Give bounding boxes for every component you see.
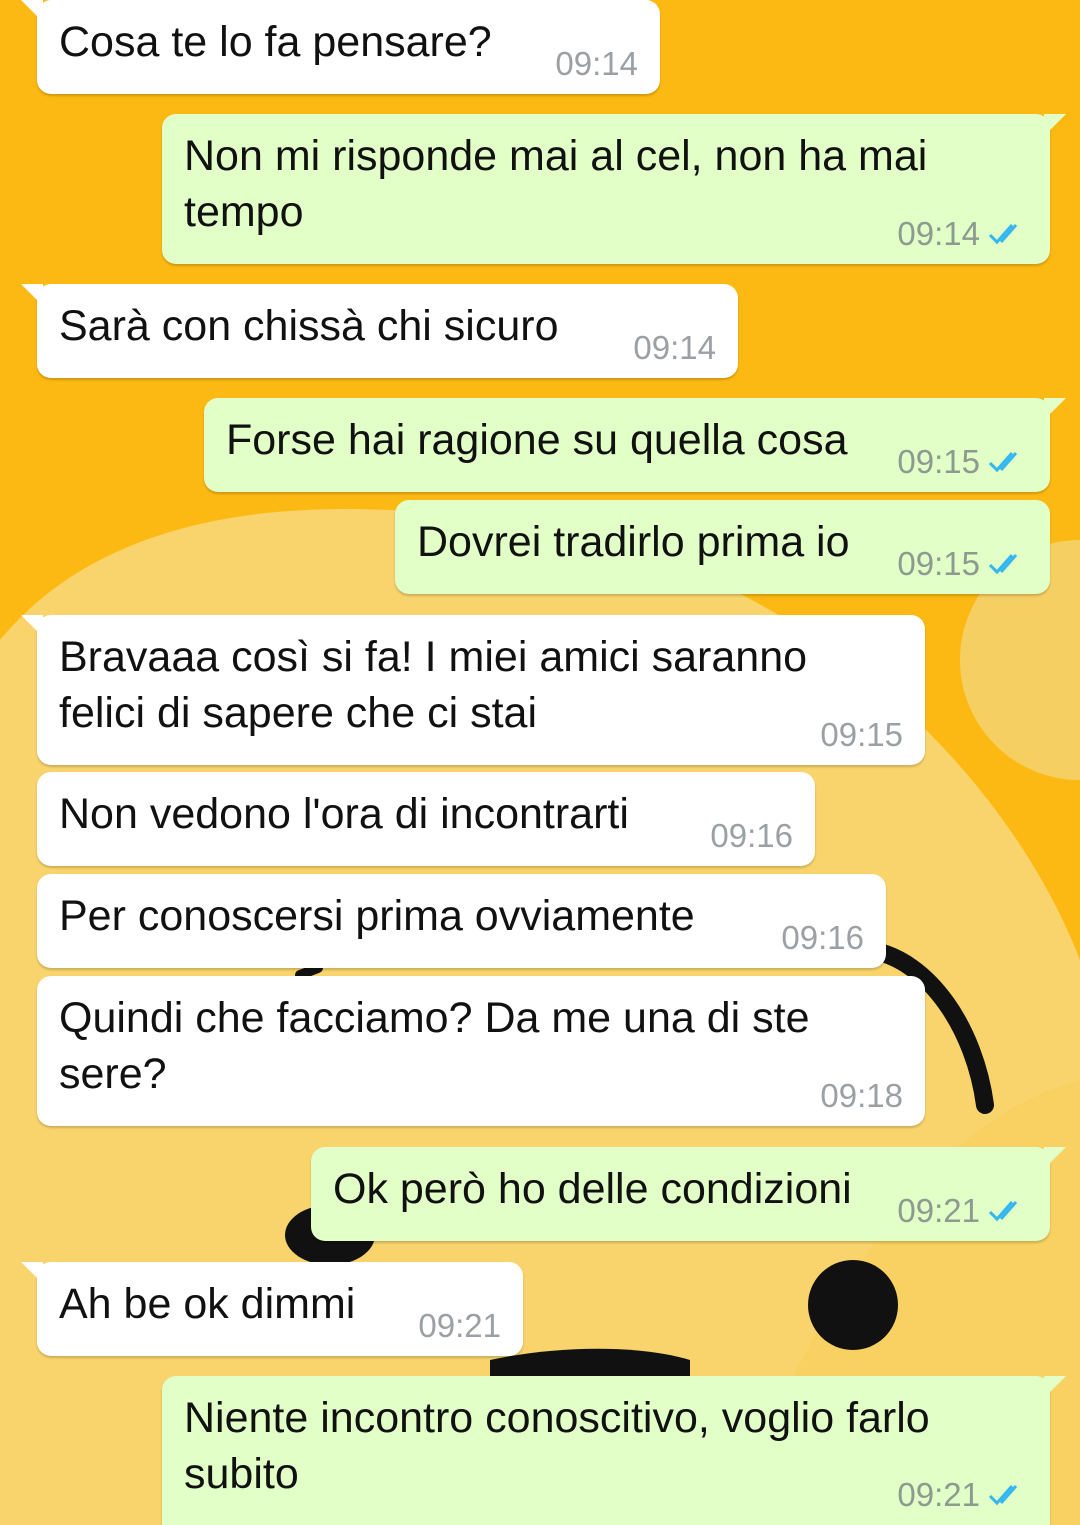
message-time: 09:14 (897, 215, 980, 252)
message-time: 09:15 (820, 716, 903, 753)
message-meta: 09:21 (897, 1193, 1028, 1229)
message-bubble-incoming[interactable]: Per conoscersi prima ovviamente 09:16 (37, 874, 886, 968)
double-check-read-icon (988, 1201, 1018, 1222)
message-meta: 09:14 (897, 216, 1028, 252)
double-check-read-icon (988, 554, 1018, 575)
message-bubble-outgoing[interactable]: Forse hai ragione su quella cosa 09:15 (204, 398, 1066, 492)
message-time: 09:14 (555, 45, 638, 82)
message-bubble-incoming[interactable]: Ah be ok dimmi 09:21 (21, 1262, 523, 1356)
message-text: Bravaaa così si fa! I miei amici saranno… (59, 633, 819, 737)
message-time: 09:18 (820, 1077, 903, 1114)
message-text: Non vedono l'ora di incontrarti (59, 790, 629, 838)
message-meta: 09:14 (633, 330, 716, 366)
message-bubble-outgoing[interactable]: Non mi risponde mai al cel, non ha mai t… (162, 114, 1066, 264)
message-time: 09:16 (781, 919, 864, 956)
message-meta: 09:16 (710, 818, 793, 854)
message-bubble-incoming[interactable]: Quindi che facciamo? Da me una di ste se… (37, 976, 925, 1126)
chat-message-list[interactable]: Cosa te lo fa pensare? 09:14 Non mi risp… (0, 0, 1080, 1525)
double-check-read-icon (988, 1485, 1018, 1506)
message-time: 09:21 (897, 1476, 980, 1513)
message-bubble-outgoing[interactable]: Ok però ho delle condizioni 09:21 (311, 1147, 1066, 1241)
message-meta: 09:14 (555, 46, 638, 82)
bubble-tail (1044, 1376, 1066, 1398)
message-meta: 09:15 (897, 546, 1028, 582)
message-meta: 09:15 (820, 717, 903, 753)
message-bubble-outgoing[interactable]: Niente incontro conoscitivo, voglio farl… (162, 1376, 1066, 1525)
bubble-tail (21, 0, 43, 22)
message-time: 09:21 (897, 1192, 980, 1229)
message-text: Quindi che facciamo? Da me una di ste se… (59, 994, 822, 1098)
message-text: Cosa te lo fa pensare? (59, 18, 492, 66)
message-time: 09:14 (633, 329, 716, 366)
bubble-tail (1044, 114, 1066, 136)
message-text: Sarà con chissà chi sicuro (59, 302, 559, 350)
message-time: 09:15 (897, 443, 980, 480)
message-time: 09:21 (418, 1307, 501, 1344)
message-bubble-incoming[interactable]: Non vedono l'ora di incontrarti 09:16 (37, 772, 815, 866)
bubble-tail (1044, 1147, 1066, 1169)
message-text: Per conoscersi prima ovviamente (59, 892, 695, 940)
bubble-tail (1044, 398, 1066, 420)
message-meta: 09:16 (781, 920, 864, 956)
message-time: 09:15 (897, 545, 980, 582)
message-bubble-outgoing[interactable]: Dovrei tradirlo prima io 09:15 (395, 500, 1050, 594)
bubble-tail (21, 615, 43, 637)
bubble-tail (21, 284, 43, 306)
message-meta: 09:18 (820, 1078, 903, 1114)
message-time: 09:16 (710, 817, 793, 854)
bubble-tail (21, 1262, 43, 1284)
message-bubble-incoming[interactable]: Sarà con chissà chi sicuro 09:14 (21, 284, 738, 378)
message-bubble-incoming[interactable]: Bravaaa così si fa! I miei amici saranno… (21, 615, 925, 765)
message-meta: 09:15 (897, 444, 1028, 480)
message-meta: 09:21 (418, 1308, 501, 1344)
message-bubble-incoming[interactable]: Cosa te lo fa pensare? 09:14 (21, 0, 660, 94)
double-check-read-icon (988, 224, 1018, 245)
message-meta: 09:21 (897, 1477, 1028, 1513)
double-check-read-icon (988, 452, 1018, 473)
